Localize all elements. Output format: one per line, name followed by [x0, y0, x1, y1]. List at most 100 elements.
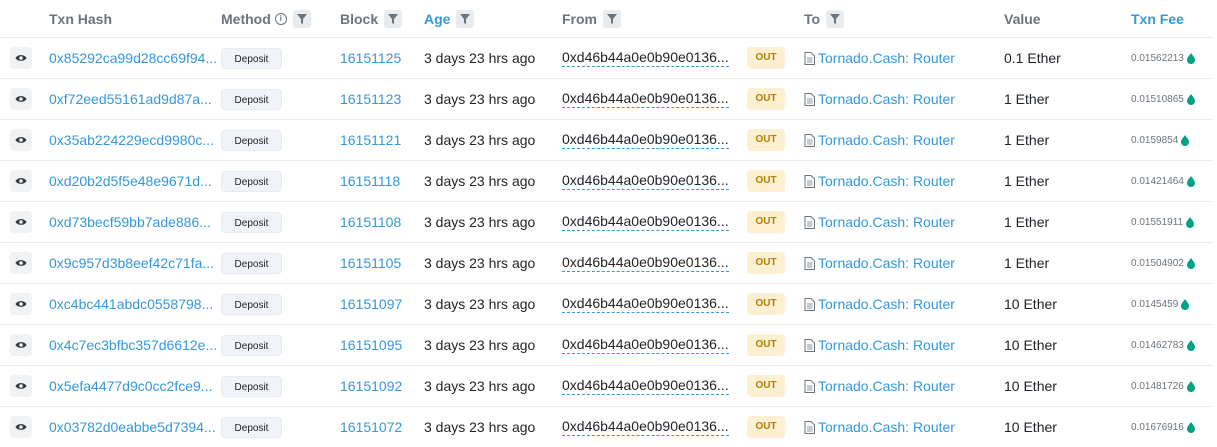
block-link[interactable]: 16151092	[340, 378, 402, 394]
header-label-txn-fee[interactable]: Txn Fee	[1131, 11, 1184, 27]
gas-drop-icon[interactable]	[1186, 216, 1195, 228]
gas-drop-icon[interactable]	[1186, 339, 1195, 351]
method-badge: Deposit	[221, 334, 282, 356]
value-text: 1 Ether	[1004, 132, 1050, 148]
from-address[interactable]: 0xd46b44a0e0b90e0136...	[562, 49, 729, 67]
view-details-button[interactable]	[10, 129, 32, 151]
column-header-value: Value	[1004, 0, 1041, 37]
from-address[interactable]: 0xd46b44a0e0b90e0136...	[562, 131, 729, 149]
from-cell: 0xd46b44a0e0b90e0136...	[562, 161, 729, 201]
txn-hash-link[interactable]: 0xd73becf59bb7ade886...	[49, 214, 211, 230]
to-address-link[interactable]: Tornado.Cash: Router	[804, 255, 955, 271]
block-link[interactable]: 16151121	[340, 132, 401, 148]
txn-hash-link[interactable]: 0xd20b2d5f5e48e9671d...	[49, 173, 212, 189]
value-cell: 1 Ether	[1004, 79, 1049, 119]
age-cell: 3 days 23 hrs ago	[424, 120, 535, 160]
txn-hash-link[interactable]: 0xf72eed55161ad9d87a...	[49, 91, 212, 107]
table-row: 0x9c957d3b8eef42c71fa... Deposit 1615110…	[0, 243, 1213, 284]
gas-drop-icon[interactable]	[1186, 93, 1195, 105]
txn-hash-link[interactable]: 0x85292ca99d28cc69f94...	[49, 50, 217, 66]
block-cell: 16151118	[340, 161, 400, 201]
header-label-value: Value	[1004, 10, 1041, 27]
txn-hash-cell: 0x5efa4477d9c0cc2fce9...	[49, 366, 212, 406]
header-label-age[interactable]: Age	[424, 11, 450, 27]
direction-badge: OUT	[747, 211, 785, 233]
view-details-button[interactable]	[10, 293, 32, 315]
txn-hash-cell: 0xf72eed55161ad9d87a...	[49, 79, 212, 119]
from-filter-button[interactable]	[603, 9, 621, 28]
from-address[interactable]: 0xd46b44a0e0b90e0136...	[562, 377, 729, 395]
view-details-button[interactable]	[10, 334, 32, 356]
to-address-link[interactable]: Tornado.Cash: Router	[804, 50, 955, 66]
value-cell: 10 Ether	[1004, 407, 1057, 447]
to-address-link[interactable]: Tornado.Cash: Router	[804, 337, 955, 353]
gas-drop-icon[interactable]	[1186, 52, 1195, 64]
txn-fee-value: 0.01421464	[1131, 175, 1184, 187]
contract-document-icon	[804, 174, 815, 188]
txn-fee: 0.01562213	[1131, 52, 1195, 64]
to-address-link[interactable]: Tornado.Cash: Router	[804, 91, 955, 107]
gas-drop-icon[interactable]	[1186, 421, 1195, 433]
block-link[interactable]: 16151072	[340, 419, 402, 435]
view-details-button[interactable]	[10, 375, 32, 397]
txn-hash-link[interactable]: 0x35ab224229ecd9980c...	[49, 132, 214, 148]
view-details-button[interactable]	[10, 416, 32, 438]
method-filter-button[interactable]	[292, 9, 311, 28]
gas-drop-icon[interactable]	[1186, 175, 1195, 187]
txn-hash-cell: 0x03782d0eabbe5d7394...	[49, 407, 216, 447]
view-details-button[interactable]	[10, 252, 32, 274]
block-link[interactable]: 16151125	[340, 50, 401, 66]
from-address[interactable]: 0xd46b44a0e0b90e0136...	[562, 295, 729, 313]
gas-drop-icon[interactable]	[1186, 257, 1195, 269]
direction-cell: OUT	[747, 161, 785, 201]
age-filter-button[interactable]	[456, 9, 475, 28]
txn-hash-link[interactable]: 0x4c7ec3bfbc357d6612e...	[49, 337, 217, 353]
from-address[interactable]: 0xd46b44a0e0b90e0136...	[562, 90, 729, 108]
from-address[interactable]: 0xd46b44a0e0b90e0136...	[562, 336, 729, 354]
to-cell: Tornado.Cash: Router	[804, 120, 955, 160]
to-address-link[interactable]: Tornado.Cash: Router	[804, 214, 955, 230]
block-link[interactable]: 16151095	[340, 337, 402, 353]
block-link[interactable]: 16151105	[340, 255, 401, 271]
from-address[interactable]: 0xd46b44a0e0b90e0136...	[562, 254, 729, 272]
view-details-button[interactable]	[10, 88, 32, 110]
block-cell: 16151097	[340, 284, 402, 324]
block-link[interactable]: 16151123	[340, 91, 401, 107]
column-header-txn-fee[interactable]: Txn Fee	[1131, 0, 1184, 37]
value-cell: 1 Ether	[1004, 120, 1049, 160]
to-address-link[interactable]: Tornado.Cash: Router	[804, 173, 955, 189]
view-details-button[interactable]	[10, 170, 32, 192]
to-address-link[interactable]: Tornado.Cash: Router	[804, 296, 955, 312]
gas-drop-icon[interactable]	[1186, 380, 1195, 392]
block-filter-button[interactable]	[384, 9, 403, 28]
block-link[interactable]: 16151108	[340, 214, 401, 230]
filter-icon	[607, 13, 617, 24]
to-address-link[interactable]: Tornado.Cash: Router	[804, 419, 955, 435]
method-cell: Deposit	[221, 366, 282, 406]
view-details-button[interactable]	[10, 211, 32, 233]
age-cell: 3 days 23 hrs ago	[424, 325, 535, 365]
block-link[interactable]: 16151118	[340, 173, 400, 189]
column-header-age[interactable]: Age	[424, 0, 475, 37]
view-cell	[0, 243, 32, 283]
txn-hash-link[interactable]: 0x5efa4477d9c0cc2fce9...	[49, 378, 212, 394]
txn-hash-link[interactable]: 0x9c957d3b8eef42c71fa...	[49, 255, 214, 271]
contract-document-icon	[804, 256, 815, 270]
gas-drop-icon[interactable]	[1181, 134, 1190, 146]
block-link[interactable]: 16151097	[340, 296, 402, 312]
to-filter-button[interactable]	[826, 9, 845, 28]
to-address-label: Tornado.Cash: Router	[818, 419, 955, 435]
txn-hash-link[interactable]: 0xc4bc441abdc0558798...	[49, 296, 213, 312]
info-icon[interactable]: i	[274, 12, 287, 25]
value-text: 10 Ether	[1004, 419, 1057, 435]
header-label-from: From	[562, 10, 597, 27]
from-address[interactable]: 0xd46b44a0e0b90e0136...	[562, 418, 729, 436]
from-address[interactable]: 0xd46b44a0e0b90e0136...	[562, 213, 729, 231]
method-badge: Deposit	[221, 47, 282, 69]
view-details-button[interactable]	[10, 47, 32, 69]
from-address[interactable]: 0xd46b44a0e0b90e0136...	[562, 172, 729, 190]
txn-hash-link[interactable]: 0x03782d0eabbe5d7394...	[49, 419, 216, 435]
to-address-link[interactable]: Tornado.Cash: Router	[804, 378, 955, 394]
gas-drop-icon[interactable]	[1181, 298, 1190, 310]
to-address-link[interactable]: Tornado.Cash: Router	[804, 132, 955, 148]
